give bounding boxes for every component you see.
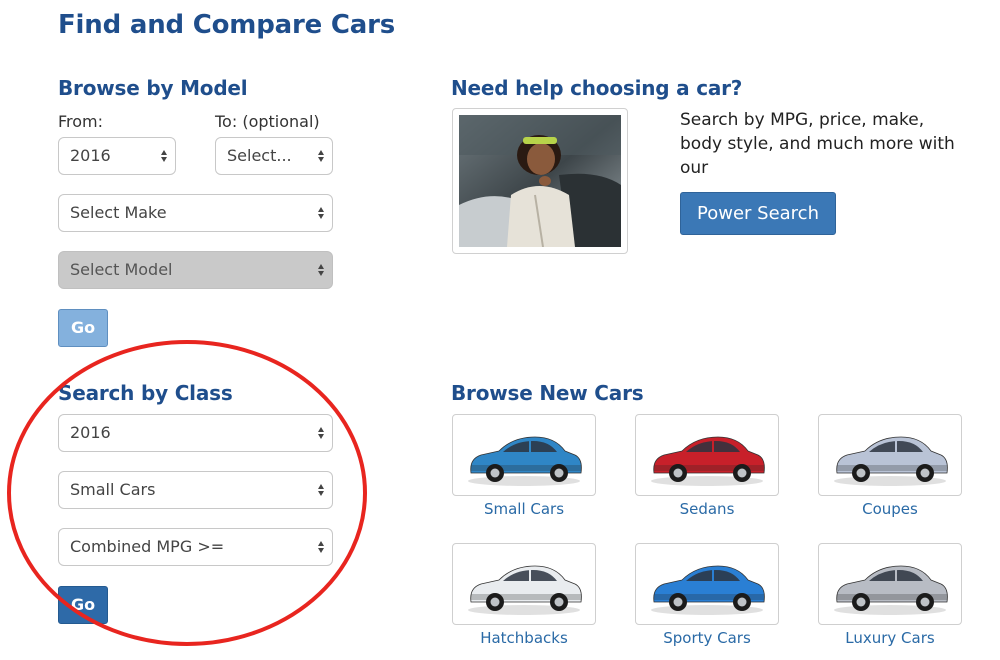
select-arrows-icon — [318, 138, 324, 174]
select-arrows-icon — [318, 472, 324, 508]
class-year-value: 2016 — [70, 423, 111, 442]
browse-model-go-button[interactable]: Go — [58, 309, 108, 347]
select-arrows-icon — [318, 529, 324, 565]
browse-by-model-heading: Browse by Model — [58, 76, 248, 100]
car-image — [468, 436, 582, 486]
car-card[interactable] — [452, 543, 596, 625]
from-year-value: 2016 — [70, 146, 111, 165]
car-category-link[interactable]: Sedans — [635, 500, 779, 518]
search-by-class-heading: Search by Class — [58, 381, 233, 405]
car-image — [651, 565, 765, 615]
from-label: From: — [58, 112, 104, 131]
select-arrows-icon — [318, 415, 324, 451]
car-image — [834, 565, 948, 615]
car-card[interactable] — [635, 543, 779, 625]
browse-new-cars-heading: Browse New Cars — [451, 381, 644, 405]
car-card[interactable] — [818, 543, 962, 625]
car-category-link[interactable]: Luxury Cars — [818, 629, 962, 647]
page-title: Find and Compare Cars — [58, 10, 395, 40]
select-arrows-icon — [318, 252, 324, 288]
car-category-link[interactable]: Sporty Cars — [635, 629, 779, 647]
to-year-select[interactable]: Select... — [215, 137, 333, 175]
car-card[interactable] — [452, 414, 596, 496]
search-class-go-button[interactable]: Go — [58, 586, 108, 624]
model-value: Select Model — [70, 260, 173, 279]
car-image — [651, 436, 765, 486]
woman-photo — [459, 115, 621, 248]
to-label: To: (optional) — [215, 112, 320, 131]
car-category-link[interactable]: Coupes — [818, 500, 962, 518]
car-card[interactable] — [635, 414, 779, 496]
to-year-value: Select... — [227, 146, 292, 165]
power-search-description: Search by MPG, price, make, body style, … — [680, 110, 955, 178]
class-year-select[interactable]: 2016 — [58, 414, 333, 452]
car-image — [834, 436, 948, 486]
car-card[interactable] — [818, 414, 962, 496]
car-category-link[interactable]: Small Cars — [452, 500, 596, 518]
power-search-button[interactable]: Power Search — [680, 192, 836, 235]
class-value: Small Cars — [70, 480, 156, 499]
woman-photo-frame — [452, 108, 628, 254]
select-arrows-icon — [318, 195, 324, 231]
car-image — [468, 565, 582, 615]
model-select[interactable]: Select Model — [58, 251, 333, 289]
make-select[interactable]: Select Make — [58, 194, 333, 232]
mpg-select[interactable]: Combined MPG >= — [58, 528, 333, 566]
need-help-heading: Need help choosing a car? — [451, 76, 743, 100]
mpg-value: Combined MPG >= — [70, 537, 225, 556]
from-year-select[interactable]: 2016 — [58, 137, 176, 175]
make-value: Select Make — [70, 203, 167, 222]
class-select[interactable]: Small Cars — [58, 471, 333, 509]
car-category-link[interactable]: Hatchbacks — [452, 629, 596, 647]
select-arrows-icon — [161, 138, 167, 174]
